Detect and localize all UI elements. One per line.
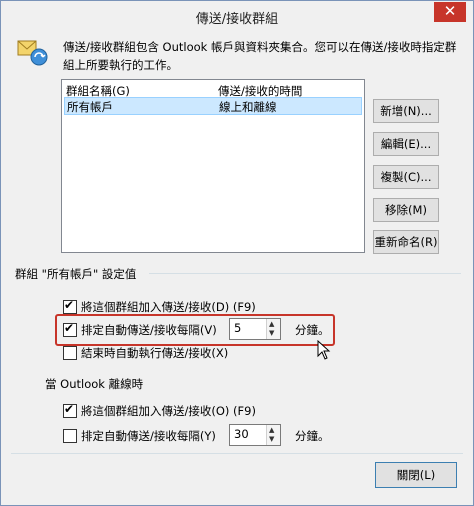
- groups-list[interactable]: 群組名稱(G) 傳送/接收的時間 所有帳戶 線上和離線: [61, 79, 365, 253]
- schedule-offline-unit: 分鐘。: [295, 429, 330, 443]
- remove-button[interactable]: 移除(M): [373, 198, 439, 222]
- info-text-line1: 傳送/接收群組包含 Outlook 帳戶與資料夾集合。您可以在傳送/接收時指定群: [63, 40, 457, 54]
- copy-button[interactable]: 複製(C)...: [373, 165, 439, 189]
- schedule-offline-minutes-stepper[interactable]: 30 ▲ ▼: [229, 424, 281, 446]
- check-mark-icon: ✔: [64, 402, 75, 416]
- mouse-cursor-icon: [317, 340, 331, 360]
- include-online-checkbox[interactable]: ✔: [63, 298, 77, 314]
- rename-button[interactable]: 重新命名(R): [373, 230, 439, 254]
- spin-arrows[interactable]: ▲ ▼: [266, 425, 280, 445]
- run-on-exit-label: 結束時自動執行傳送/接收(X): [81, 346, 229, 360]
- group-settings-divider: [149, 273, 461, 274]
- send-receive-icon: [17, 40, 48, 66]
- group-settings-label: 群組 "所有帳戶" 設定值: [15, 267, 137, 281]
- title-bar: 傳送/接收群組 ✕: [1, 1, 473, 31]
- schedule-offline-checkbox[interactable]: [63, 429, 77, 443]
- edit-button[interactable]: 編輯(E)...: [373, 132, 439, 156]
- footer-divider: [11, 453, 463, 454]
- close-dialog-button[interactable]: 關閉(L): [375, 462, 457, 488]
- info-text-line2: 組上所要執行的工作。: [63, 58, 178, 72]
- window-title: 傳送/接收群組: [195, 12, 279, 27]
- run-on-exit-checkbox[interactable]: [63, 346, 77, 360]
- list-item[interactable]: 所有帳戶 線上和離線: [64, 97, 362, 115]
- include-online-label: 將這個群組加入傳送/接收(D) (F9): [81, 300, 256, 314]
- include-offline-label: 將這個群組加入傳送/接收(O) (F9): [81, 404, 256, 418]
- send-receive-groups-dialog: 傳送/接收群組 ✕ 傳送/接收群組包含 Outlook 帳戶與資料夾集合。您可以…: [0, 0, 474, 506]
- window-close-button[interactable]: ✕: [434, 2, 466, 22]
- highlight-box: [55, 314, 335, 346]
- offline-section-label: 當 Outlook 離線時: [45, 377, 144, 391]
- group-time-cell: 線上和離線: [219, 100, 277, 114]
- new-button[interactable]: 新增(N)...: [373, 99, 439, 123]
- schedule-offline-label: 排定自動傳送/接收每隔(Y): [81, 429, 216, 443]
- spin-down-icon[interactable]: ▼: [269, 435, 274, 443]
- group-name-cell: 所有帳戶: [67, 100, 113, 114]
- spin-up-icon[interactable]: ▲: [269, 426, 274, 434]
- include-offline-checkbox[interactable]: ✔: [63, 402, 77, 418]
- check-mark-icon: ✔: [64, 298, 75, 312]
- schedule-offline-minutes-value: 30: [234, 427, 249, 441]
